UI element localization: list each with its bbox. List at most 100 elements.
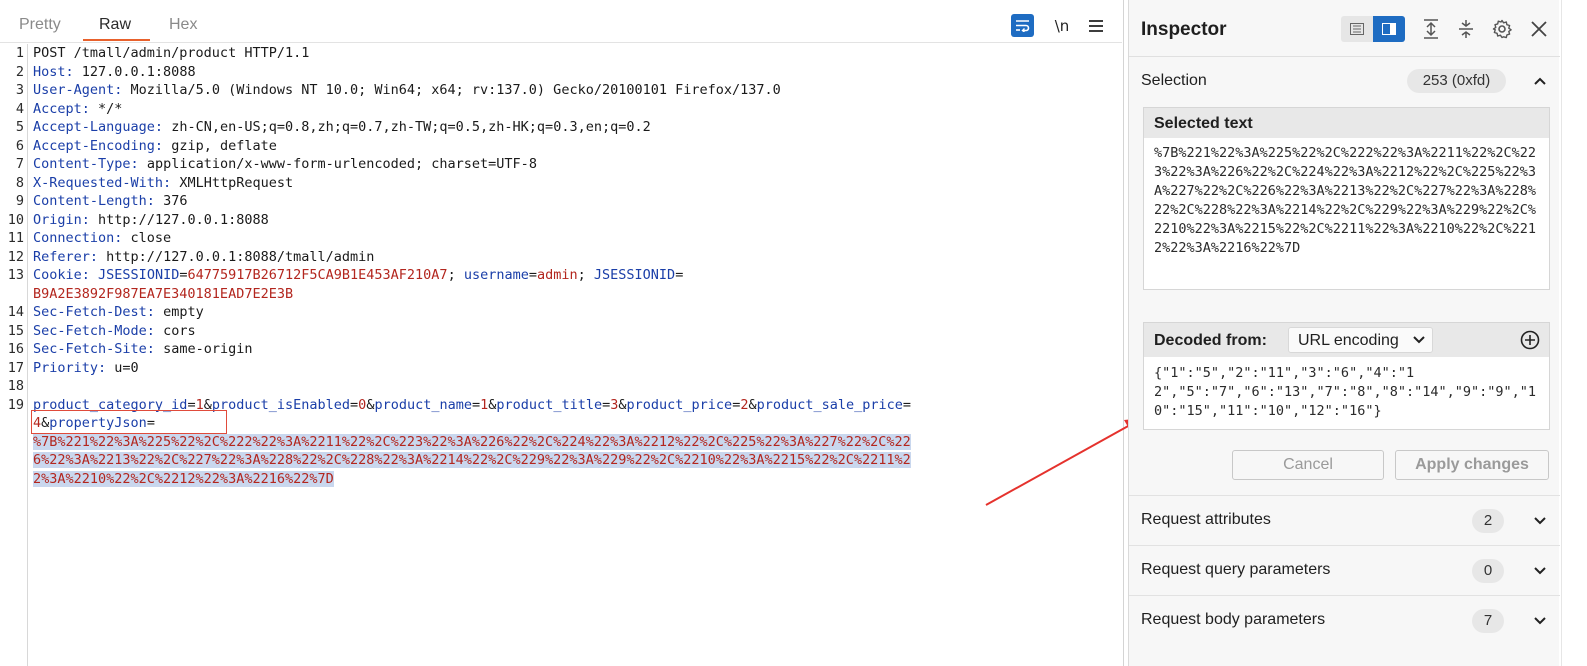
header-line: Sec-Fetch-Site: same-origin <box>33 341 253 357</box>
param-name: product_title <box>496 396 603 413</box>
cookie-value: B9A2E3892F987EA7E340181EAD7E2E3B <box>33 285 294 302</box>
header-name: Referer <box>33 248 90 265</box>
param-value: 1 <box>195 396 204 413</box>
chevron-up-icon[interactable] <box>1532 73 1548 89</box>
decoded-header: Decoded from: URL encoding <box>1144 323 1549 357</box>
cookie-name: username <box>463 267 529 283</box>
layout-horizontal-icon[interactable] <box>1341 16 1373 42</box>
decoding-select[interactable]: URL encoding <box>1288 327 1433 353</box>
header-line: Referer: http://127.0.0.1:8088/tmall/adm… <box>33 248 375 265</box>
section-request-attributes[interactable]: Request attributes 2 <box>1129 495 1560 546</box>
selected-text-title: Selected text <box>1154 115 1253 132</box>
cookie-value: 64775917B26712F5CA9B1E453AF210A7 <box>187 267 448 283</box>
header-name: Accept <box>33 100 82 117</box>
header-name: X-Requested-With <box>33 174 164 191</box>
header-value: */* <box>98 100 123 117</box>
chevron-down-icon[interactable] <box>1532 613 1548 629</box>
selected-property-json[interactable]: %7B%221%22%3A%225%22%2C%222%22%3A%2211%2… <box>33 433 911 450</box>
collapse-all-icon[interactable] <box>1453 16 1479 42</box>
header-line: Origin: http://127.0.0.1:8088 <box>33 211 269 228</box>
selected-property-json[interactable]: 2%3A%2210%22%2C%2212%22%3A%2216%22%7D <box>33 470 334 487</box>
header-line: Sec-Fetch-Mode: cors <box>33 322 196 339</box>
apply-changes-button[interactable]: Apply changes <box>1395 450 1549 480</box>
header-name: Connection <box>33 230 115 246</box>
header-line: Priority: u=0 <box>33 359 139 376</box>
header-line: User-Agent: Mozilla/5.0 (Windows NT 10.0… <box>33 82 781 98</box>
cancel-button[interactable]: Cancel <box>1232 450 1384 480</box>
inspector-title: Inspector <box>1141 19 1227 40</box>
layout-toggle[interactable] <box>1341 16 1405 42</box>
body-line-wrap: %7B%221%22%3A%225%22%2C%222%22%3A%2211%2… <box>33 433 911 452</box>
header-name: Sec-Fetch-Mode <box>33 322 147 339</box>
selection-section[interactable]: Selection 253 (0xfd) <box>1129 58 1560 104</box>
param-name: product_name <box>374 396 472 413</box>
tab-raw[interactable]: Raw <box>99 6 131 40</box>
tab-hex[interactable]: Hex <box>169 6 197 40</box>
body-line-wrap: 4&propertyJson= <box>33 415 155 431</box>
header-value: http://127.0.0.1:8088/tmall/admin <box>106 248 375 265</box>
section-label: Request attributes <box>1141 511 1271 528</box>
inspector-panel: Inspector Selection 253 (0xfd) Selected … <box>1128 0 1560 666</box>
decoded-text-value[interactable]: {"1":"5","2":"11","3":"6","4":"12","5":"… <box>1144 357 1549 427</box>
editor-tab-bar: Pretty Raw Hex \n <box>0 6 1122 43</box>
header-name: Cookie <box>33 267 82 283</box>
request-line: POST /tmall/admin/product HTTP/1.1 <box>33 45 310 61</box>
section-request-body-parameters[interactable]: Request body parameters 7 <box>1129 595 1560 646</box>
section-request-query-parameters[interactable]: Request query parameters 0 <box>1129 545 1560 596</box>
cookie-line-wrap: B9A2E3892F987EA7E340181EAD7E2E3B <box>33 285 293 304</box>
selected-property-json[interactable]: 6%22%3A%2213%22%2C%227%22%3A%228%22%2C%2… <box>33 452 911 468</box>
header-value: zh-CN,en-US;q=0.8,zh;q=0.7,zh-TW;q=0.5,z… <box>171 119 651 135</box>
inspector-scrollbar[interactable] <box>1561 0 1587 666</box>
line-number: 19 <box>7 396 24 413</box>
header-line: Accept: */* <box>33 100 123 117</box>
line-number: 7 <box>15 156 24 172</box>
layout-vertical-icon[interactable] <box>1373 16 1405 42</box>
body-line-wrap: 2%3A%2210%22%2C%2212%22%3A%2216%22%7D <box>33 470 334 489</box>
tab-pretty[interactable]: Pretty <box>19 6 61 40</box>
line-number: 18 <box>7 378 24 394</box>
header-name: Priority <box>33 359 99 376</box>
request-editor: Pretty Raw Hex \n 1 2 3 4 5 6 7 8 9 10 1… <box>0 0 1124 666</box>
header-value: 376 <box>163 193 188 209</box>
line-number: 15 <box>7 322 24 339</box>
decoded-box: Decoded from: URL encoding {"1":"5","2":… <box>1143 322 1550 430</box>
word-wrap-icon[interactable] <box>1011 14 1034 37</box>
cookie-line: Cookie: JSESSIONID=64775917B26712F5CA9B1… <box>33 267 684 283</box>
header-value: close <box>130 230 172 246</box>
param-name: product_sale_price <box>756 396 903 413</box>
param-name: product_isEnabled <box>211 396 351 413</box>
expand-all-icon[interactable] <box>1418 16 1444 42</box>
header-value: same-origin <box>163 341 253 357</box>
header-line: Content-Length: 376 <box>33 193 188 209</box>
header-value: u=0 <box>114 359 139 376</box>
add-decoding-icon[interactable] <box>1520 330 1540 350</box>
section-count-badge: 2 <box>1472 509 1504 533</box>
line-number: 17 <box>7 359 24 376</box>
param-name: propertyJson <box>49 415 147 431</box>
selected-text-value[interactable]: %7B%221%22%3A%225%22%2C%222%22%3A%2211%2… <box>1144 138 1549 264</box>
line-number: 14 <box>7 304 24 320</box>
header-value: Mozilla/5.0 (Windows NT 10.0; Win64; x64… <box>130 82 781 98</box>
chevron-down-icon[interactable] <box>1532 563 1548 579</box>
settings-gear-icon[interactable] <box>1489 16 1515 42</box>
header-name: Content-Length <box>33 193 147 209</box>
header-name: Host <box>33 63 66 80</box>
header-name: Sec-Fetch-Dest <box>33 304 147 320</box>
chevron-down-icon[interactable] <box>1532 513 1548 529</box>
section-count-badge: 7 <box>1472 609 1504 633</box>
selection-count-badge: 253 (0xfd) <box>1407 69 1506 93</box>
cookie-name: JSESSIONID <box>593 267 676 283</box>
header-line: Sec-Fetch-Dest: empty <box>33 304 204 320</box>
line-number: 5 <box>15 119 24 135</box>
show-newlines-button[interactable]: \n <box>1052 14 1072 38</box>
header-value: 127.0.0.1:8088 <box>81 63 196 80</box>
header-line: Accept-Encoding: gzip, deflate <box>33 137 277 154</box>
header-name: Sec-Fetch-Site <box>33 341 147 357</box>
close-icon[interactable] <box>1526 16 1552 42</box>
inspector-header: Inspector <box>1129 0 1560 57</box>
line-number: 6 <box>15 137 24 154</box>
section-count-badge: 0 <box>1472 559 1504 583</box>
header-name: User-Agent <box>33 82 115 98</box>
menu-icon[interactable] <box>1087 14 1105 38</box>
param-value: 4 <box>33 415 42 431</box>
